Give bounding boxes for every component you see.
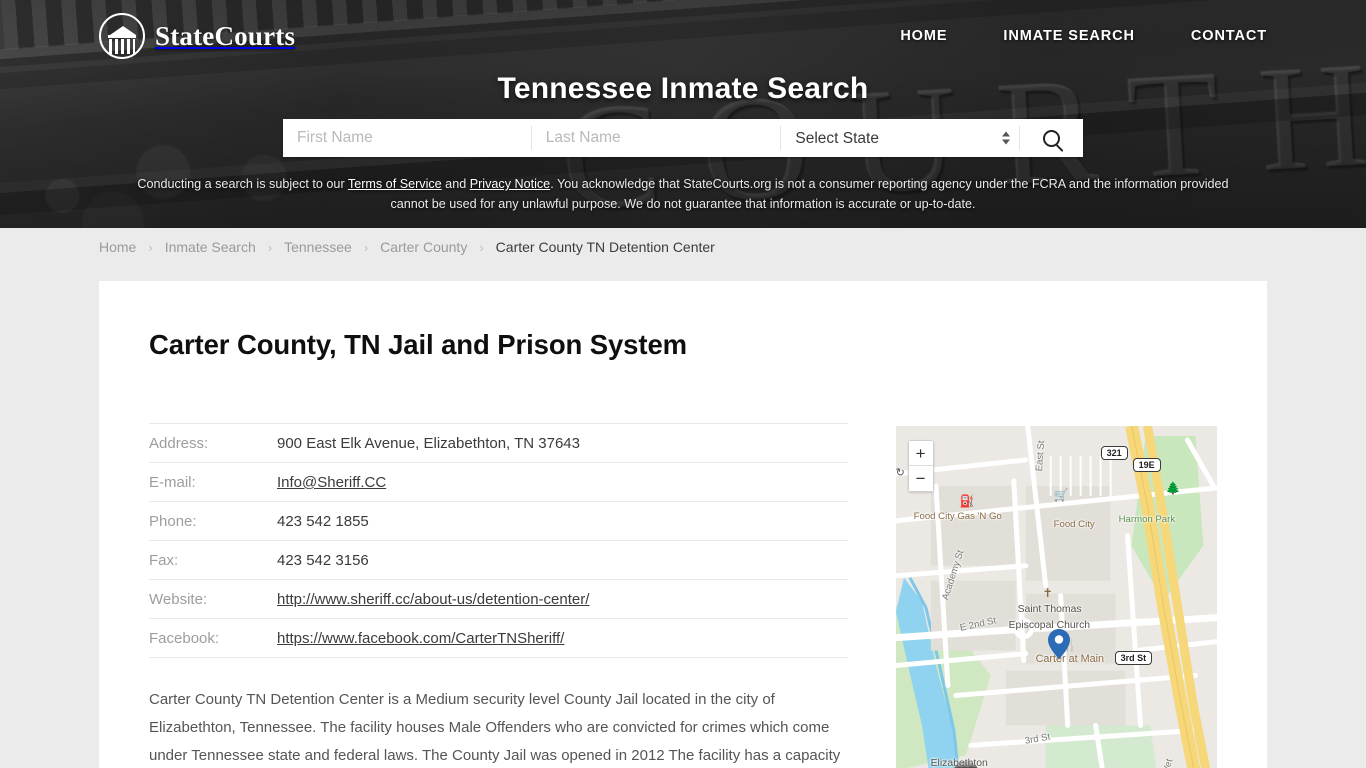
search-disclaimer: Conducting a search is subject to our Te… [133, 174, 1233, 214]
breadcrumb-separator-icon: › [148, 239, 153, 255]
map-label-food-city-gas: Food City Gas 'N Go [913, 511, 1002, 522]
map-zoom-controls: + − [907, 440, 934, 492]
content-columns: Address: 900 East Elk Avenue, Elizabetht… [149, 423, 1217, 768]
state-select-wrapper: Select State [781, 119, 1020, 157]
breadcrumb-item-inmate-search[interactable]: Inmate Search [165, 239, 256, 255]
first-name-input[interactable] [283, 119, 531, 157]
map-label-elizabethton: Elizabethton [930, 758, 988, 768]
row-value-facebook: https://www.facebook.com/CarterTNSheriff… [277, 618, 848, 658]
brand-logo-link[interactable]: StateCourts [99, 13, 295, 59]
row-value-phone: 423 542 1855 [277, 501, 848, 541]
brand-name: StateCourts [155, 20, 296, 51]
nav-item-contact[interactable]: CONTACT [1191, 28, 1267, 44]
map-label-harmon-park: Harmon Park [1118, 514, 1176, 525]
breadcrumb-item-carter-county[interactable]: Carter County [380, 239, 467, 255]
gas-station-icon: ⛽ [959, 494, 975, 508]
table-row: Address: 900 East Elk Avenue, Elizabetht… [149, 423, 848, 463]
row-label: Facebook: [149, 618, 277, 658]
breadcrumb: Home › Inmate Search › Tennessee › Carte… [0, 228, 1366, 266]
map-label-carter-at-main: Carter at Main [1035, 653, 1105, 665]
map-shield-19e-south: 3rd St [1114, 651, 1153, 665]
website-link[interactable]: http://www.sheriff.cc/about-us/detention… [277, 591, 589, 608]
row-label: Fax: [149, 540, 277, 580]
search-submit-button[interactable] [1020, 119, 1084, 157]
nav-item-inmate-search[interactable]: INMATE SEARCH [1003, 28, 1134, 44]
header-topbar: StateCourts HOME INMATE SEARCH CONTACT [99, 13, 1267, 59]
row-value-fax: 423 542 3156 [277, 540, 848, 580]
last-name-input[interactable] [531, 119, 781, 157]
facility-details-table: Address: 900 East Elk Avenue, Elizabetht… [149, 423, 848, 658]
map-label-east-st: East St [1033, 440, 1047, 472]
state-select[interactable]: Select State [781, 119, 1020, 157]
map-shield-321: 321 [1100, 446, 1128, 460]
breadcrumb-separator-icon: › [267, 239, 273, 255]
table-row: Website: http://www.sheriff.cc/about-us/… [149, 579, 848, 619]
description-text-before: Carter County TN Detention Center is a M… [149, 691, 841, 764]
inmate-search-form: Select State [283, 119, 1084, 157]
courthouse-logo-icon [99, 13, 145, 59]
breadcrumb-item-home[interactable]: Home [99, 239, 136, 255]
map-pin-icon[interactable] [1047, 629, 1070, 659]
row-value-address: 900 East Elk Avenue, Elizabethton, TN 37… [277, 423, 848, 463]
row-value-website: http://www.sheriff.cc/about-us/detention… [277, 579, 848, 619]
privacy-notice-link[interactable]: Privacy Notice [470, 177, 550, 191]
nav-item-home[interactable]: HOME [900, 28, 947, 44]
table-row: Fax: 423 542 3156 [149, 540, 848, 580]
disclaimer-part-2: and [441, 177, 470, 191]
breadcrumb-item-current: Carter County TN Detention Center [495, 239, 715, 255]
facebook-link[interactable]: https://www.facebook.com/CarterTNSheriff… [277, 630, 564, 647]
map-shield-19e-north: 19E [1132, 458, 1161, 472]
map-label-food-city: Food City [1053, 519, 1095, 530]
disclaimer-part-1: Conducting a search is subject to our [137, 177, 348, 191]
map-compass-icon: ↻ [895, 467, 905, 479]
page-title: Carter County, TN Jail and Prison System [149, 329, 687, 360]
row-label: Website: [149, 579, 277, 619]
shopping-cart-icon: 🛒 [1053, 488, 1069, 502]
table-row: E-mail: Info@Sheriff.CC [149, 462, 848, 502]
location-map[interactable]: + − ↻ ⛽ 🛒 🌲 ✝ 🍴 East St 321 19E Food Cit… [895, 426, 1217, 768]
map-zoom-in-button[interactable]: + [908, 441, 933, 466]
breadcrumb-separator-icon: › [479, 239, 484, 255]
search-icon [1043, 129, 1061, 147]
map-zoom-out-button[interactable]: − [908, 466, 933, 491]
tree-icon: 🌲 [1165, 481, 1181, 495]
row-value-email: Info@Sheriff.CC [277, 462, 848, 502]
terms-of-service-link[interactable]: Terms of Service [348, 177, 442, 191]
table-row: Phone: 423 542 1855 [149, 501, 848, 541]
email-link[interactable]: Info@Sheriff.CC [277, 474, 386, 491]
breadcrumb-separator-icon: › [363, 239, 369, 255]
content-card: Carter County, TN Jail and Prison System… [99, 281, 1267, 768]
facility-description: Carter County TN Detention Center is a M… [149, 686, 848, 768]
site-header: COURTHOUSE StateCourts HOME INMATE SEARC… [0, 0, 1366, 228]
row-label: Phone: [149, 501, 277, 541]
church-cross-icon: ✝ [1042, 586, 1053, 600]
facility-details-column: Address: 900 East Elk Avenue, Elizabetht… [149, 423, 848, 768]
row-label: Address: [149, 423, 277, 463]
breadcrumb-item-tennessee[interactable]: Tennessee [284, 239, 352, 255]
table-row: Facebook: https://www.facebook.com/Carte… [149, 618, 848, 658]
page-heading: Tennessee Inmate Search [497, 72, 869, 105]
map-label-saint-thomas: Saint Thomas [1017, 604, 1082, 615]
main-nav: HOME INMATE SEARCH CONTACT [900, 28, 1267, 44]
row-label: E-mail: [149, 462, 277, 502]
